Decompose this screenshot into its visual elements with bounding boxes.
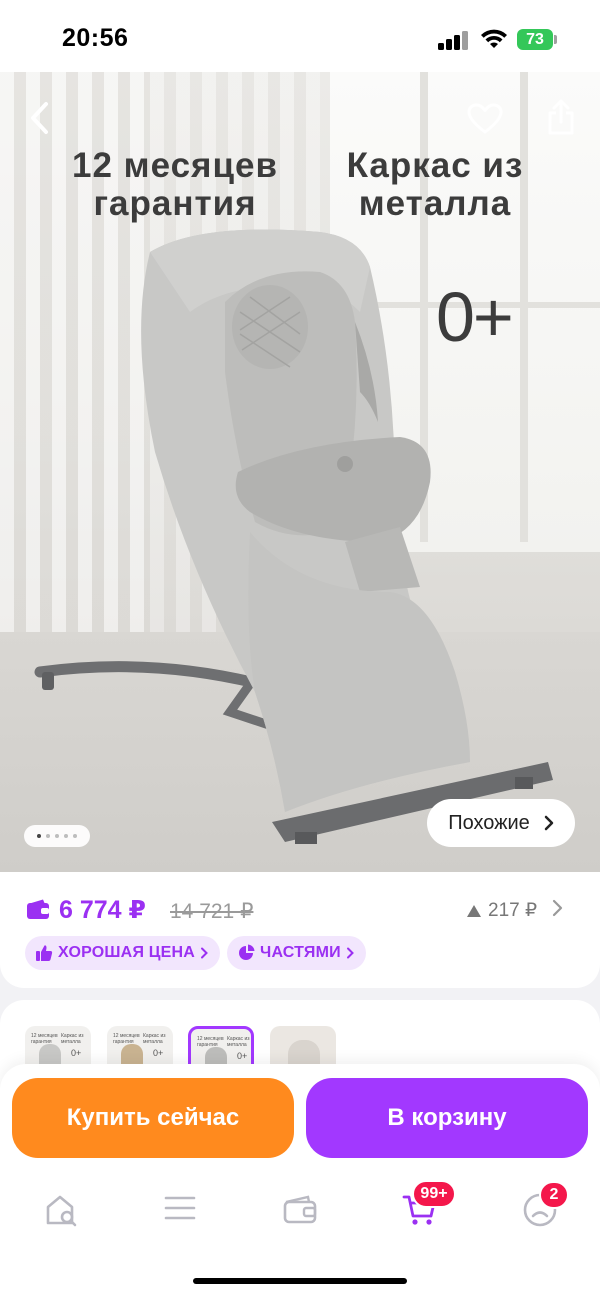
- thumbs-up-icon: [36, 945, 53, 961]
- pagination-dot: [64, 834, 68, 838]
- chevron-right-icon: [544, 815, 554, 831]
- cellular-signal-icon: [438, 30, 470, 50]
- battery-nub: [554, 35, 557, 44]
- variant-text: Каркас из металла: [61, 1033, 84, 1045]
- tab-home-search[interactable]: [39, 1188, 83, 1232]
- chevron-right-icon[interactable]: [551, 899, 563, 917]
- hero-frame-text: Каркас из металла: [346, 146, 524, 223]
- tab-catalog[interactable]: [158, 1186, 202, 1230]
- variant-text: 12 месяцев гарантия: [113, 1033, 140, 1045]
- gallery-pagination: [24, 825, 90, 847]
- pagination-dot: [73, 834, 77, 838]
- battery-indicator: 73: [517, 29, 553, 50]
- pagination-dot: [55, 834, 59, 838]
- add-to-cart-button[interactable]: В корзину: [306, 1078, 588, 1158]
- variant-text: 12 месяцев гарантия: [31, 1033, 58, 1045]
- good-price-label: ХОРОШАЯ ЦЕНА: [58, 944, 196, 961]
- chevron-right-icon: [346, 947, 354, 959]
- pagination-dot: [46, 834, 50, 838]
- catalog-icon: [164, 1196, 196, 1220]
- favorite-button[interactable]: [462, 96, 508, 142]
- current-price: 6 774 ₽: [59, 896, 146, 924]
- variant-age: 0+: [237, 1051, 248, 1061]
- product-page: 20:56 73 12 месяцев гарантия Каркас из м…: [0, 0, 600, 1297]
- installments-chip[interactable]: ЧАСТЯМИ: [227, 936, 366, 970]
- wallet-icon: [283, 1195, 317, 1224]
- bottom-action-bar: Купить сейчас В корзину 99+ 2: [0, 1064, 600, 1297]
- variant-age: 0+: [71, 1048, 82, 1058]
- home-search-icon: [46, 1195, 77, 1227]
- installments-label: ЧАСТЯМИ: [260, 944, 341, 961]
- good-price-chip[interactable]: ХОРОШАЯ ЦЕНА: [25, 936, 221, 970]
- old-price: 14 721 ₽: [170, 900, 254, 923]
- chevron-right-icon: [201, 947, 208, 959]
- hero-warranty-text: 12 месяцев гарантия: [72, 146, 278, 223]
- tab-wallet[interactable]: [278, 1187, 322, 1231]
- product-gallery[interactable]: 12 месяцев гарантия Каркас из металла 0+…: [0, 72, 600, 872]
- home-indicator: [193, 1278, 407, 1284]
- status-time: 20:56: [62, 24, 129, 52]
- variant-text: Каркас из металла: [227, 1036, 250, 1048]
- price-delta-value: 217 ₽: [488, 900, 538, 921]
- heart-icon: [467, 103, 503, 134]
- similar-button[interactable]: Похожие: [427, 799, 575, 847]
- share-icon: [548, 99, 574, 135]
- pie-chart-icon: [239, 944, 255, 960]
- price-delta[interactable]: 217 ₽: [466, 899, 537, 922]
- hero-age-text: 0+: [436, 278, 514, 356]
- profile-badge: 2: [539, 1181, 569, 1209]
- buy-now-button[interactable]: Купить сейчас: [12, 1078, 294, 1158]
- variant-age: 0+: [153, 1048, 164, 1058]
- wifi-icon: [481, 29, 507, 48]
- pagination-dot: [37, 834, 41, 838]
- triangle-up-icon: [467, 904, 481, 917]
- back-button[interactable]: [16, 95, 62, 141]
- cart-badge: 99+: [412, 1180, 456, 1208]
- variant-text: 12 месяцев гарантия: [197, 1036, 224, 1048]
- similar-label: Похожие: [448, 811, 530, 834]
- variant-text: Каркас из металла: [143, 1033, 166, 1045]
- status-bar: 20:56 73: [0, 0, 600, 72]
- share-button[interactable]: [538, 94, 584, 140]
- wallet-icon: [27, 899, 49, 919]
- price-card: 6 774 ₽ 14 721 ₽ 217 ₽ ХОРОШАЯ ЦЕНА ЧАСТ…: [0, 872, 600, 988]
- chevron-left-icon: [31, 102, 48, 134]
